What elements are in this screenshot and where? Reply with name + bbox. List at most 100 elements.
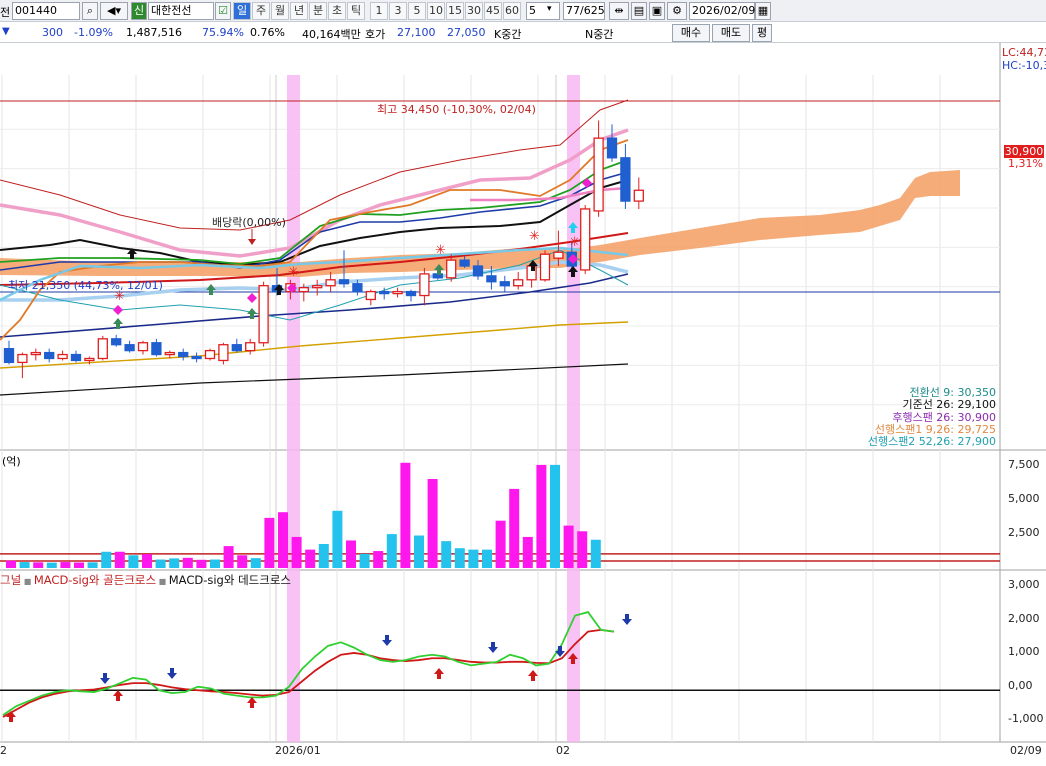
period-week[interactable]: 주 [252,2,270,20]
sin-badge: 신 [131,2,147,20]
minute-1[interactable]: 1 [370,2,388,20]
date-field[interactable]: 2026/02/09 [689,2,755,20]
period-second[interactable]: 초 [328,2,346,20]
search-icon[interactable]: ⌕ [82,2,98,20]
legend-item: MACD-sig와 데드크로스 [168,573,291,587]
interval-select[interactable]: 5 [526,2,560,20]
candle [17,353,28,364]
hoga-label: 호가 [365,28,386,41]
stock-code-input[interactable]: 001440 [12,2,80,20]
upper-band-line [0,128,629,258]
volume-bar [536,464,547,568]
period-day[interactable]: 일 [233,2,251,20]
period-minute[interactable]: 분 [309,2,327,20]
volume-bar [264,517,275,568]
bid-value: 27,100 [397,26,436,39]
up-arrow-icon [568,222,578,233]
legend-item: 상한선 [386,61,423,75]
candle [218,344,229,362]
candle [245,342,256,352]
period-year[interactable]: 년 [290,2,308,20]
toolbar: 전 001440 ⌕ ◀▾ 신 대한전선 ☑ 일 주 월 년 분 초 틱 1 3… [0,0,1046,22]
legend-item: 240 [105,47,132,61]
arrows-icon[interactable]: ⇹ [609,2,629,20]
ma-480-line [0,363,629,396]
change-percent: -1.09% [74,26,113,39]
ichimoku-legend: 기준선 26 선행스팬1 9,26 선행스팬2 52,26 Bollinger … [6,60,454,76]
volume-bar [33,562,44,568]
volume-tick: 5,000 [1008,492,1040,505]
volume-bar [400,462,411,568]
candle [580,208,591,271]
volume-bar [60,562,71,568]
volume-unit-label: (억) [2,455,21,468]
minute-45[interactable]: 45 [484,2,502,20]
candle [258,285,269,344]
checkbox-icon[interactable]: ☑ [215,2,231,20]
candle [392,290,403,295]
eval-button[interactable]: 평 [752,24,772,42]
sell-button[interactable]: 매도 [712,24,750,42]
minute-60[interactable]: 60 [503,2,521,20]
volume-bar [522,536,533,568]
volume-bar [74,562,84,568]
volume-bar [495,520,506,568]
page-position-field[interactable]: 77/625 [563,2,605,20]
quote-bar: ▼ 300 -1.09% 1,487,516 75.94% 0.76% 40,1… [0,22,1046,43]
legend-bullet-icon: ■ [2,51,13,60]
bollinger-upper [0,99,629,231]
current-change: 1,31% [1008,157,1043,170]
down-arrow-icon [100,673,110,684]
save-icon[interactable]: ▣ [649,2,665,20]
volume-bar [590,539,601,568]
dividend-arrow-icon [248,239,256,245]
macd-tick: 2,000 [1008,612,1040,625]
legend-item: 480 [131,47,157,61]
volume-bar [142,554,152,568]
volume-bar [454,548,465,568]
volume-bar [577,531,588,568]
highlight-band [567,75,580,742]
volume-bar [114,551,125,568]
volume-bar [318,543,329,568]
legend-item: 선행스팬2 52,26 [142,61,233,75]
x-label: 2 [0,744,7,757]
minute-30[interactable]: 30 [465,2,483,20]
minute-10[interactable]: 10 [427,2,445,20]
minute-15[interactable]: 15 [446,2,464,20]
down-arrow-icon [622,614,632,625]
up-arrow-icon [113,690,123,701]
candle [271,285,283,293]
volume-bar [291,536,302,568]
down-triangle-icon: ▼ [2,26,10,37]
down-arrow-icon [167,668,177,679]
up-arrow-icon [6,711,16,722]
lc-label: LC:44,73 [1002,46,1046,59]
legend-item: 10 [444,47,464,61]
speaker-icon[interactable]: ◀▾ [100,2,128,20]
stock-name-field[interactable]: 대한전선 [148,2,214,20]
gear-icon[interactable]: ⚙ [667,2,687,20]
minute-3[interactable]: 3 [389,2,407,20]
candle [459,259,470,267]
volume-bar [468,549,479,568]
lock-icon[interactable]: ▤ [631,2,647,20]
candle [365,290,376,301]
ma-8-line [0,159,629,265]
span1-line [0,139,629,341]
buy-button[interactable]: 매수 [672,24,710,42]
candle [151,342,162,356]
candle [432,273,443,279]
period-tick[interactable]: 틱 [347,2,365,20]
calendar-icon[interactable]: ▦ [755,2,771,20]
candle [338,279,350,285]
up-arrow-icon [247,697,257,708]
diamond-icon [113,305,123,315]
volume-bar [128,555,139,568]
x-label: 02 [556,744,570,757]
minute-5[interactable]: 5 [408,2,426,20]
candle [486,275,497,283]
code-prefix: 전 [0,6,11,19]
period-month[interactable]: 월 [271,2,289,20]
up-arrow-icon [568,653,578,664]
